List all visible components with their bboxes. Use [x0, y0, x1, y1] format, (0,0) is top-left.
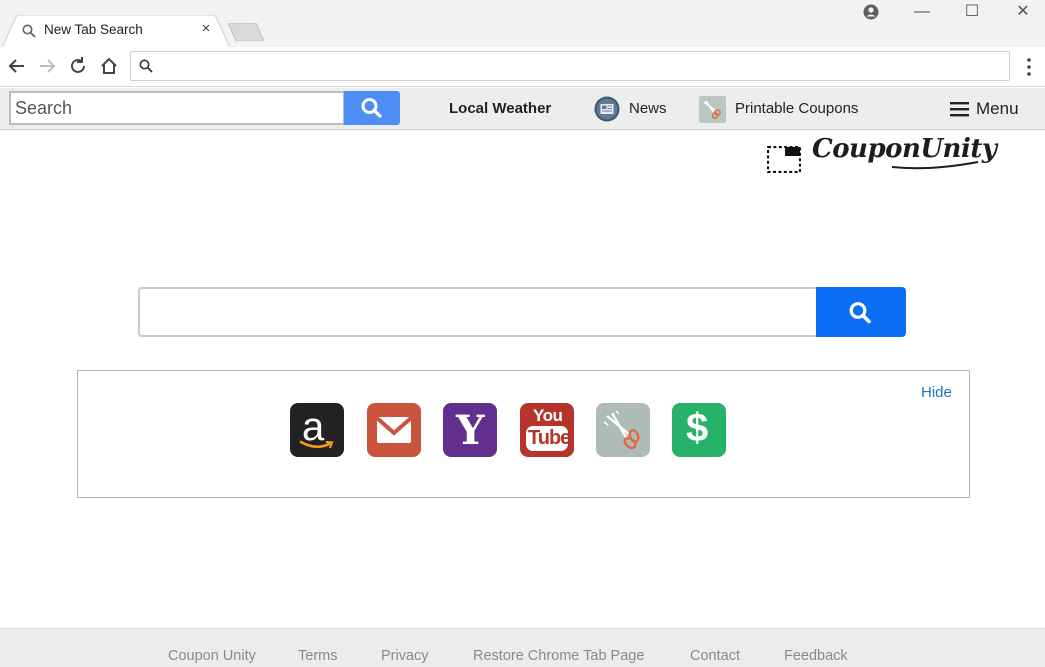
reload-icon[interactable]	[67, 55, 89, 77]
news-link[interactable]: News	[629, 100, 667, 117]
dollar-icon: $	[686, 406, 709, 450]
amazon-smile-icon	[299, 440, 334, 449]
youtube-bottom-text: Tube	[528, 427, 571, 449]
gmail-tile[interactable]	[367, 403, 421, 457]
hamburger-menu-icon[interactable]	[950, 101, 970, 117]
forward-arrow-icon[interactable]	[36, 55, 58, 77]
news-icon[interactable]	[594, 96, 620, 122]
tab-title: New Tab Search	[44, 22, 143, 37]
address-bar[interactable]	[130, 51, 1010, 81]
yahoo-tile[interactable]: Y	[443, 403, 497, 457]
logo-swoosh	[891, 161, 979, 170]
amazon-tile[interactable]: a	[290, 403, 344, 457]
footer-link-contact[interactable]: Contact	[690, 648, 740, 664]
tab-strip: New Tab Search × — ☐ ✕	[0, 0, 1045, 48]
printable-coupons-tile[interactable]	[596, 403, 650, 457]
hide-link[interactable]: Hide	[921, 384, 952, 401]
tab-close-button[interactable]: ×	[199, 21, 213, 36]
minimize-button[interactable]: —	[912, 2, 932, 22]
mail-envelope-icon	[376, 416, 412, 443]
search-icon	[361, 98, 382, 118]
youtube-tube-box: Tube	[526, 426, 571, 451]
profile-icon[interactable]	[862, 3, 880, 21]
search-icon	[849, 302, 871, 324]
footer-link-feedback[interactable]: Feedback	[784, 648, 848, 664]
back-arrow-icon[interactable]	[6, 55, 28, 77]
maximize-button[interactable]: ☐	[962, 2, 982, 22]
youtube-tile[interactable]: You Tube	[520, 403, 574, 457]
menu-button[interactable]: Menu	[976, 99, 1019, 119]
scissors-icon	[703, 100, 721, 119]
main-search-button[interactable]	[816, 287, 906, 337]
toolbar-search-button[interactable]	[344, 91, 400, 125]
scissors-icon	[603, 410, 640, 450]
coupon-unity-logo-icon	[767, 146, 801, 173]
cash-tile[interactable]: $	[672, 403, 726, 457]
footer-link-restore-chrome-tab[interactable]: Restore Chrome Tab Page	[473, 648, 644, 664]
footer-link-terms[interactable]: Terms	[298, 648, 337, 664]
browser-toolbar	[0, 47, 1045, 87]
extension-toolbar: Local Weather News Printable Coupons Men…	[0, 88, 1045, 130]
search-icon	[22, 24, 36, 38]
close-window-button[interactable]: ✕	[1013, 2, 1033, 22]
toolbar-search-input[interactable]	[9, 91, 345, 125]
scissors-coupon-icon[interactable]	[699, 96, 726, 123]
new-tab-button[interactable]	[228, 23, 264, 41]
yahoo-letter: Y	[456, 407, 485, 454]
youtube-top-text: You	[533, 406, 563, 425]
search-icon	[139, 59, 153, 73]
local-weather-link[interactable]: Local Weather	[449, 100, 551, 117]
main-search-input[interactable]	[138, 287, 818, 337]
footer-link-privacy[interactable]: Privacy	[381, 648, 429, 664]
footer-link-coupon-unity[interactable]: Coupon Unity	[168, 648, 256, 664]
printable-coupons-link[interactable]: Printable Coupons	[735, 100, 858, 117]
home-icon[interactable]	[98, 55, 120, 77]
browser-menu-icon[interactable]	[1022, 57, 1036, 77]
